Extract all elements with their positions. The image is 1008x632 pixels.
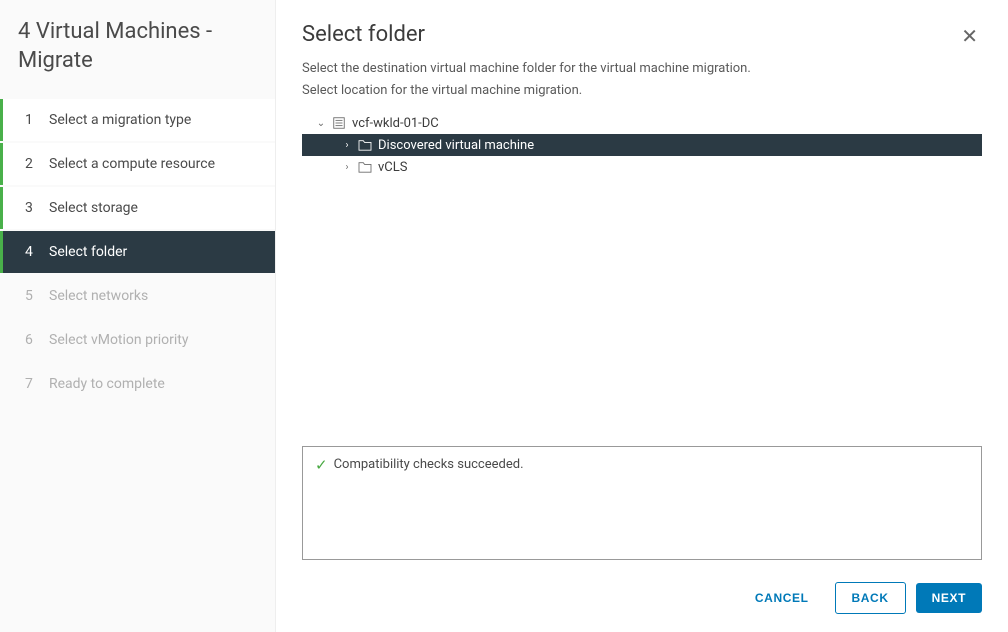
page-description: Select the destination virtual machine f… — [302, 59, 751, 100]
datacenter-icon — [332, 116, 346, 130]
next-button[interactable]: NEXT — [916, 583, 982, 613]
status-message: Compatibility checks succeeded. — [334, 457, 524, 472]
folder-icon — [358, 161, 372, 173]
wizard-steps: 1 Select a migration type 2 Select a com… — [0, 99, 275, 405]
check-icon: ✓ — [315, 458, 328, 473]
compatibility-status: ✓ Compatibility checks succeeded. — [302, 446, 982, 560]
tree-node-label: vCLS — [378, 160, 407, 175]
step-number: 5 — [25, 288, 39, 304]
tree-node-datacenter[interactable]: ⌄ vcf-wkld-01-DC — [302, 112, 982, 134]
page-title: Select folder — [302, 22, 751, 47]
step-number: 7 — [25, 376, 39, 392]
chevron-down-icon[interactable]: ⌄ — [316, 118, 326, 129]
wizard-main: Select folder Select the destination vir… — [276, 0, 1008, 632]
step-label: Select a migration type — [49, 112, 191, 128]
step-storage[interactable]: 3 Select storage — [0, 187, 275, 229]
wizard-footer: CANCEL BACK NEXT — [302, 560, 982, 614]
close-icon[interactable]: ✕ — [957, 22, 982, 50]
cancel-button[interactable]: CANCEL — [739, 583, 825, 613]
folder-icon — [358, 139, 372, 151]
chevron-right-icon[interactable]: › — [342, 162, 352, 173]
step-label: Select a compute resource — [49, 156, 215, 172]
migrate-dialog: 4 Virtual Machines - Migrate 1 Select a … — [0, 0, 1008, 632]
step-label: Select vMotion priority — [49, 332, 188, 348]
step-number: 6 — [25, 332, 39, 348]
back-button[interactable]: BACK — [835, 582, 906, 614]
step-migration-type[interactable]: 1 Select a migration type — [0, 99, 275, 141]
step-vmotion-priority: 6 Select vMotion priority — [0, 319, 275, 361]
wizard-title: 4 Virtual Machines - Migrate — [0, 18, 275, 93]
step-number: 4 — [25, 244, 39, 260]
step-compute-resource[interactable]: 2 Select a compute resource — [0, 143, 275, 185]
desc-line-1: Select the destination virtual machine f… — [302, 59, 751, 79]
tree-node-vcls[interactable]: › vCLS — [302, 156, 982, 178]
folder-tree: ⌄ vcf-wkld-01-DC › Discovered virtual ma… — [302, 112, 982, 178]
desc-line-2: Select location for the virtual machine … — [302, 81, 751, 101]
step-ready: 7 Ready to complete — [0, 363, 275, 405]
step-label: Ready to complete — [49, 376, 165, 392]
step-number: 1 — [25, 112, 39, 128]
tree-node-label: Discovered virtual machine — [378, 138, 534, 153]
main-header: Select folder Select the destination vir… — [302, 22, 982, 102]
step-number: 3 — [25, 200, 39, 216]
tree-node-discovered-vm[interactable]: › Discovered virtual machine — [302, 134, 982, 156]
tree-node-label: vcf-wkld-01-DC — [352, 116, 439, 131]
step-label: Select networks — [49, 288, 148, 304]
step-folder[interactable]: 4 Select folder — [0, 231, 275, 273]
step-number: 2 — [25, 156, 39, 172]
chevron-right-icon[interactable]: › — [342, 140, 352, 151]
wizard-sidebar: 4 Virtual Machines - Migrate 1 Select a … — [0, 0, 276, 632]
step-label: Select storage — [49, 200, 138, 216]
step-label: Select folder — [49, 244, 127, 260]
step-networks: 5 Select networks — [0, 275, 275, 317]
